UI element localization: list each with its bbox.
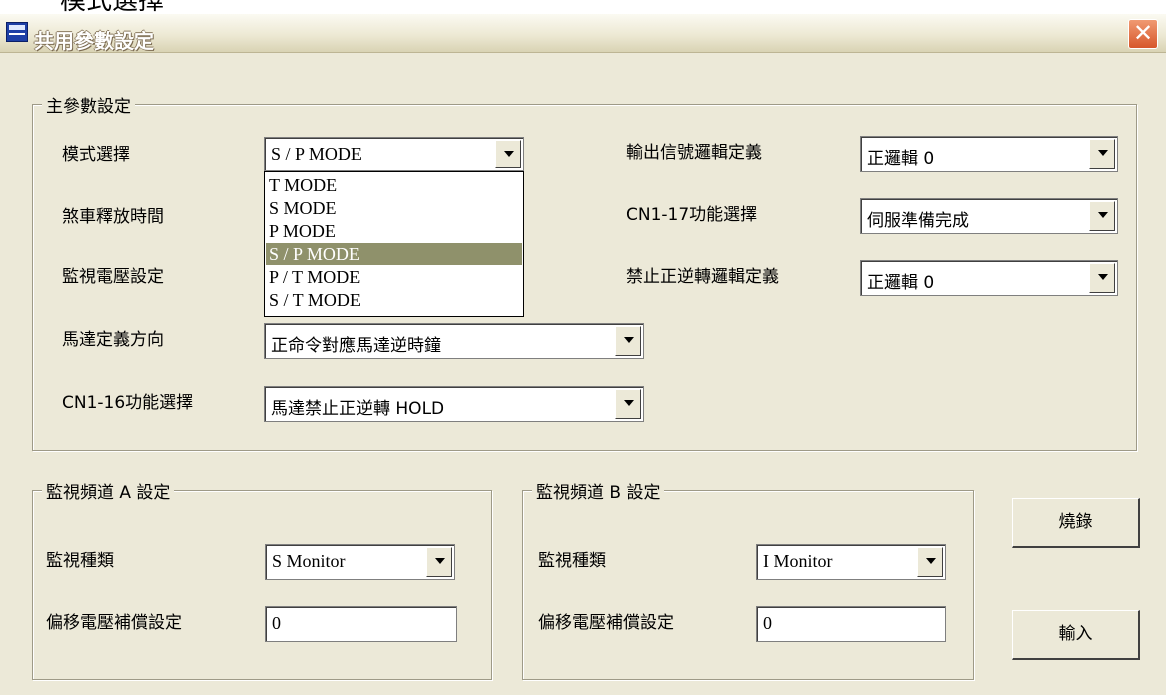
cn1-17-combo[interactable]: 伺服準備完成 (860, 198, 1118, 234)
mode-select-combo[interactable]: S / P MODE (264, 137, 524, 171)
prohibit-logic-dropdown-button[interactable] (1089, 263, 1115, 293)
channel-a-group (32, 490, 492, 680)
mode-option-p[interactable]: P MODE (266, 220, 522, 242)
cn1-16-combo[interactable]: 馬達禁止正逆轉 HOLD (264, 386, 644, 422)
chevron-down-icon (624, 337, 634, 343)
prohibit-logic-combo[interactable]: 正邏輯 0 (860, 260, 1118, 296)
channel-a-offset-label: 偏移電壓補償設定 (46, 613, 182, 633)
cn1-17-dropdown-button[interactable] (1089, 201, 1115, 231)
channel-b-offset-input[interactable]: 0 (756, 606, 946, 642)
mode-option-t[interactable]: T MODE (266, 174, 522, 196)
mode-option-sp[interactable]: S / P MODE (266, 243, 522, 265)
mode-select-dropdown-list: T MODE S MODE P MODE S / P MODE P / T MO… (264, 171, 524, 317)
cn1-16-label: CN1-16功能選擇 (62, 393, 194, 413)
channel-a-type-value: S Monitor (272, 551, 346, 571)
mode-select-value: S / P MODE (271, 144, 362, 164)
chevron-down-icon (1098, 212, 1108, 218)
main-params-legend: 主參數設定 (42, 92, 135, 117)
channel-a-legend: 監視頻道 A 設定 (42, 478, 175, 503)
brake-release-label: 煞車釋放時間 (62, 207, 164, 227)
chevron-down-icon (926, 558, 936, 564)
output-logic-value: 正邏輯 0 (867, 149, 935, 169)
chevron-down-icon (435, 558, 445, 564)
motor-direction-label: 馬達定義方向 (62, 330, 164, 350)
channel-b-offset-label: 偏移電壓補償設定 (538, 613, 674, 633)
app-icon (6, 22, 28, 42)
cn1-17-value: 伺服準備完成 (867, 211, 969, 231)
cn1-16-dropdown-button[interactable] (615, 389, 641, 419)
window-title: 共用參數設定 (34, 29, 154, 53)
prohibit-logic-value: 正邏輯 0 (867, 273, 935, 293)
mode-select-label: 模式選擇 (62, 145, 130, 165)
burn-button[interactable]: 燒錄 (1012, 498, 1140, 548)
channel-a-offset-input[interactable]: 0 (265, 606, 457, 642)
chevron-down-icon (1098, 150, 1108, 156)
prohibit-logic-label: 禁止正逆轉邏輯定義 (626, 267, 779, 287)
close-button[interactable]: ✕ (1128, 19, 1158, 49)
channel-a-type-combo[interactable]: S Monitor (265, 544, 455, 580)
output-logic-dropdown-button[interactable] (1089, 139, 1115, 169)
mode-select-dropdown-button[interactable] (495, 140, 521, 168)
channel-b-type-label: 監視種類 (538, 551, 606, 571)
cn1-16-value: 馬達禁止正逆轉 HOLD (271, 399, 445, 419)
channel-a-dropdown-button[interactable] (426, 547, 452, 577)
mode-option-pt[interactable]: P / T MODE (266, 266, 522, 288)
motor-direction-dropdown-button[interactable] (615, 326, 641, 356)
channel-b-dropdown-button[interactable] (917, 547, 943, 577)
monitor-voltage-label: 監視電壓設定 (62, 267, 164, 287)
title-bar (0, 14, 1166, 53)
motor-direction-value: 正命令對應馬達逆時鐘 (271, 336, 441, 356)
motor-direction-combo[interactable]: 正命令對應馬達逆時鐘 (264, 323, 644, 359)
mode-option-st[interactable]: S / T MODE (266, 289, 522, 311)
chevron-down-icon (504, 151, 514, 157)
chevron-down-icon (624, 400, 634, 406)
import-button[interactable]: 輸入 (1012, 610, 1140, 660)
chevron-down-icon (1098, 274, 1108, 280)
channel-b-group (522, 490, 974, 680)
cn1-17-label: CN1-17功能選擇 (626, 205, 758, 225)
channel-b-legend: 監視頻道 B 設定 (532, 478, 665, 503)
channel-a-type-label: 監視種類 (46, 551, 114, 571)
channel-b-type-value: I Monitor (763, 551, 833, 571)
mode-option-s[interactable]: S MODE (266, 197, 522, 219)
channel-b-type-combo[interactable]: I Monitor (756, 544, 946, 580)
output-logic-label: 輸出信號邏輯定義 (626, 143, 762, 163)
output-logic-combo[interactable]: 正邏輯 0 (860, 136, 1118, 172)
